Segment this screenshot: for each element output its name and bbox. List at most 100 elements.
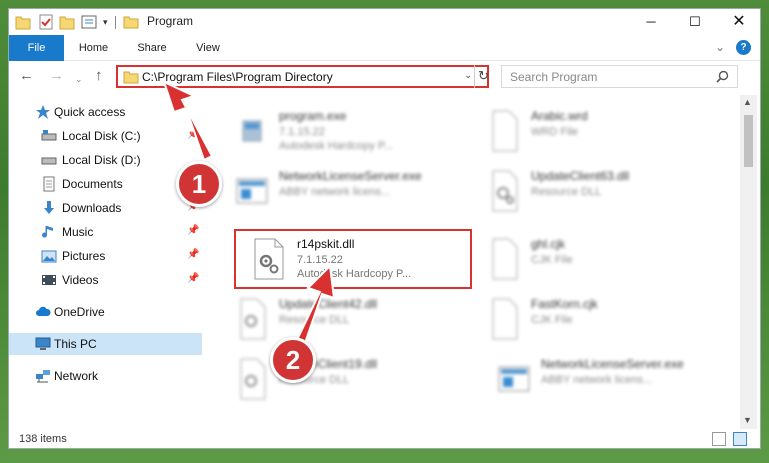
sidebar-item-documents[interactable]: Documents 📌 <box>9 173 202 195</box>
file-name: NetworkLicenseServer.exe <box>541 357 684 371</box>
sidebar-item-this-pc[interactable]: This PC <box>9 333 202 355</box>
tab-share[interactable]: Share <box>127 35 177 61</box>
highlight-box-r14pskit <box>234 229 472 289</box>
file-name: FastKorn.cjk <box>531 297 598 311</box>
file-detail: WRD File <box>531 126 579 138</box>
tab-home[interactable]: Home <box>71 35 116 61</box>
scroll-down-icon[interactable]: ▼ <box>743 415 752 425</box>
sidebar-item-local-disk-d[interactable]: Local Disk (D:) <box>9 149 202 171</box>
title-bar: ▾ Program ─ ☐ ✕ <box>9 9 760 35</box>
application-icon <box>231 167 273 215</box>
scroll-up-icon[interactable]: ▲ <box>743 97 752 107</box>
file-item-updateclient42-dll[interactable]: UpdateClient42.dll Resource DLL <box>217 291 457 347</box>
explorer-window: ▾ Program ─ ☐ ✕ File Home Share View ⌄ ?… <box>8 8 761 449</box>
recent-locations-icon[interactable]: ⌄ <box>75 71 83 87</box>
sidebar-item-label: This PC <box>54 337 97 351</box>
back-arrow-icon[interactable]: ← <box>19 68 34 84</box>
sidebar-item-label: Network <box>54 369 99 383</box>
address-path[interactable]: C:\Program Files\Program Directory <box>142 70 333 84</box>
sidebar-item-pictures[interactable]: Pictures 📌 <box>9 245 202 267</box>
sidebar-item-label: Quick access <box>54 105 126 119</box>
file-item-ghl-cjk[interactable]: ghl.cjk CJK File <box>469 231 709 287</box>
search-box[interactable]: Search Program <box>501 65 738 88</box>
customize-toolbar-icon[interactable]: ▾ <box>103 13 113 31</box>
search-input[interactable]: Search Program <box>510 70 597 84</box>
sidebar-item-downloads[interactable]: Downloads 📌 <box>9 197 202 219</box>
sidebar-item-onedrive[interactable]: OneDrive <box>9 301 202 323</box>
file-item-networklicenseserver-exe[interactable]: NetworkLicenseServer.exe ABBY network li… <box>217 163 457 219</box>
document-file-icon <box>483 295 525 343</box>
drive-icon <box>41 128 57 144</box>
minimize-button[interactable]: ─ <box>629 9 673 35</box>
properties-icon[interactable] <box>81 13 97 31</box>
properties-check-icon[interactable] <box>39 13 55 31</box>
file-detail: ABBY network licens... <box>541 374 653 386</box>
application-icon <box>493 355 535 403</box>
file-detail: Autodesk Hardcopy P... <box>279 140 394 152</box>
window-title: Program <box>147 14 194 28</box>
tiles-view-icon[interactable] <box>733 432 747 446</box>
file-item-fastkorn-cjk[interactable]: FastKorn.cjk CJK File <box>469 291 709 347</box>
star-icon <box>35 104 51 120</box>
sidebar-item-network[interactable]: Network <box>9 365 202 387</box>
documents-icon <box>41 176 57 192</box>
file-name: program.exe <box>279 109 347 123</box>
up-arrow-icon[interactable]: ↑ <box>95 68 103 84</box>
music-icon <box>41 224 57 240</box>
pin-icon[interactable]: 📌 <box>187 249 199 260</box>
tab-file[interactable]: File <box>9 35 64 61</box>
file-item-updateclient63-dll[interactable]: UpdateClient63.dll Resource DLL <box>469 163 709 219</box>
vertical-scrollbar[interactable]: ▲ ▼ <box>740 95 757 429</box>
cloud-icon <box>35 304 51 320</box>
dll-file-icon <box>231 295 273 343</box>
file-detail: CJK File <box>531 254 573 266</box>
sidebar-item-music[interactable]: Music 📌 <box>9 221 202 243</box>
details-view-icon[interactable] <box>712 432 726 446</box>
address-folder-icon <box>123 70 139 87</box>
sidebar-item-label: Downloads <box>62 201 122 215</box>
sidebar-item-local-disk-c[interactable]: Local Disk (C:) 📌 <box>9 125 202 147</box>
exe-file-icon <box>231 107 273 155</box>
search-icon[interactable] <box>716 70 729 86</box>
maximize-icon: ☐ <box>689 14 701 29</box>
navigation-pane: Quick access Local Disk (C:) 📌 Local Dis… <box>9 95 202 429</box>
file-item-program-exe[interactable]: program.exe 7.1.15.22 Autodesk Hardcopy … <box>217 103 457 159</box>
network-icon <box>35 368 51 384</box>
pictures-icon <box>41 248 57 264</box>
new-folder-icon[interactable] <box>59 13 75 31</box>
sidebar-item-videos[interactable]: Videos 📌 <box>9 269 202 291</box>
sidebar-item-label: OneDrive <box>54 305 105 319</box>
folder-icon[interactable] <box>15 13 31 31</box>
scrollbar-thumb[interactable] <box>744 115 753 167</box>
refresh-icon[interactable]: ↻ <box>474 65 492 88</box>
maximize-button[interactable]: ☐ <box>673 9 717 35</box>
videos-icon <box>41 272 57 288</box>
tab-view[interactable]: View <box>185 35 231 61</box>
expand-ribbon-icon[interactable]: ⌄ <box>715 40 725 54</box>
pin-icon[interactable]: 📌 <box>187 273 199 284</box>
file-item-arabic-wrd[interactable]: Arabic.wrd WRD File <box>469 103 709 159</box>
drive-icon <box>41 152 57 168</box>
sidebar-item-quick-access[interactable]: Quick access <box>9 101 202 123</box>
address-bar[interactable]: C:\Program Files\Program Directory ⌄ ↻ <box>116 65 489 88</box>
sidebar-item-label: Local Disk (C:) <box>62 129 141 143</box>
status-bar: 138 items <box>9 429 760 448</box>
pin-icon[interactable]: 📌 <box>187 129 199 140</box>
file-detail: ABBY network licens... <box>279 186 391 198</box>
forward-arrow-icon[interactable]: → <box>49 68 64 84</box>
step-badge-1: 1 <box>176 161 222 207</box>
file-item-networklicenseserver-exe-2[interactable]: NetworkLicenseServer.exe ABBY network li… <box>479 351 719 407</box>
address-dropdown-icon[interactable]: ⌄ <box>464 70 472 81</box>
file-detail: Resource DLL <box>279 314 350 326</box>
pin-icon[interactable]: 📌 <box>187 225 199 236</box>
document-file-icon <box>483 107 525 155</box>
dll-file-icon <box>483 167 525 215</box>
close-button[interactable]: ✕ <box>717 9 760 35</box>
sidebar-item-label: Local Disk (D:) <box>62 153 141 167</box>
file-name: ghl.cjk <box>531 237 566 251</box>
file-detail: 7.1.15.22 <box>279 126 325 138</box>
minimize-icon: ─ <box>646 14 656 29</box>
file-name: Arabic.wrd <box>531 109 588 123</box>
file-item-updateclient19-dll[interactable]: UpdateClient19.dll Resource DLL <box>217 351 457 407</box>
help-icon[interactable]: ? <box>736 40 751 55</box>
